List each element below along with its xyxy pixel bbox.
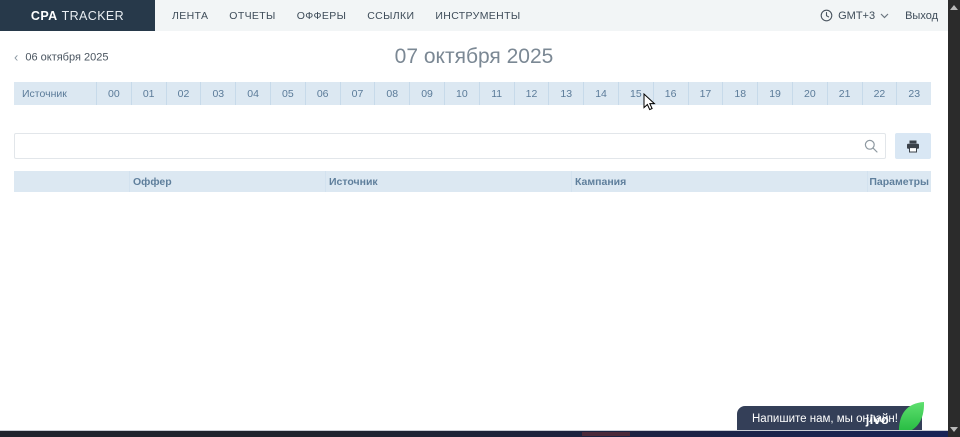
nav-item-otchety[interactable]: ОТЧЕТЫ: [229, 10, 275, 22]
nav-item-instrumenty[interactable]: ИНСТРУМЕНТЫ: [435, 10, 520, 22]
chevron-left-icon: ‹: [14, 51, 18, 64]
hours-col-04: 04: [235, 82, 270, 105]
timezone-selector[interactable]: GMT+3: [820, 9, 889, 22]
hours-col-17: 17: [688, 82, 723, 105]
hours-col-01: 01: [131, 82, 166, 105]
hours-header-row: Источник 0001020304050607080910111213141…: [14, 82, 931, 105]
search-box: [14, 133, 886, 159]
brand-logo-bold: CPA: [31, 9, 58, 23]
hours-col-08: 08: [374, 82, 409, 105]
hours-col-18: 18: [722, 82, 757, 105]
date-bar: ‹ 06 октября 2025 07 октября 2025: [0, 42, 948, 72]
hours-col-06: 06: [305, 82, 340, 105]
main-nav: ЛЕНТА ОТЧЕТЫ ОФФЕРЫ ССЫЛКИ ИНСТРУМЕНТЫ: [155, 0, 820, 31]
table-col-rowhead: [14, 171, 129, 192]
hours-col-11: 11: [479, 82, 514, 105]
jivo-logo: jivo: [866, 412, 889, 427]
topbar-right: GMT+3 Выход: [820, 0, 948, 31]
vertical-scrollbar[interactable]: [948, 0, 960, 437]
hours-col-14: 14: [583, 82, 618, 105]
hours-col-12: 12: [514, 82, 549, 105]
scroll-down-icon[interactable]: [950, 427, 958, 432]
search-row: [14, 133, 931, 159]
hours-col-20: 20: [792, 82, 827, 105]
nav-item-offery[interactable]: ОФФЕРЫ: [297, 10, 347, 22]
table-empty-area: [0, 192, 948, 402]
hours-col-00: 00: [96, 82, 131, 105]
topbar: CPA TRACKER ЛЕНТА ОТЧЕТЫ ОФФЕРЫ ССЫЛКИ ИНСТР…: [0, 0, 948, 31]
table-col-campaign: Кампания: [571, 171, 867, 192]
table-col-source: Источник: [325, 171, 571, 192]
hours-col-13: 13: [548, 82, 583, 105]
timezone-label: GMT+3: [838, 10, 875, 22]
hours-col-07: 07: [340, 82, 375, 105]
hours-source-header: Источник: [14, 82, 96, 105]
printer-icon: [906, 140, 920, 153]
clock-icon: [820, 9, 833, 22]
hours-col-19: 19: [757, 82, 792, 105]
nav-item-lenta[interactable]: ЛЕНТА: [172, 10, 208, 22]
hours-col-10: 10: [444, 82, 479, 105]
table-col-offer: Оффер: [129, 171, 325, 192]
table-col-params: Параметры: [867, 171, 931, 192]
taskbar-blip: [582, 432, 630, 436]
search-input[interactable]: [14, 133, 886, 159]
hours-col-23: 23: [896, 82, 931, 105]
hours-col-03: 03: [200, 82, 235, 105]
hours-col-16: 16: [653, 82, 688, 105]
hours-col-22: 22: [862, 82, 897, 105]
page-title: 07 октября 2025: [0, 42, 948, 72]
chevron-down-icon: [880, 13, 889, 19]
nav-item-ssylki[interactable]: ССЫЛКИ: [367, 10, 414, 22]
print-button[interactable]: [895, 133, 931, 159]
hours-col-21: 21: [827, 82, 862, 105]
bottom-strip: [0, 430, 960, 437]
brand-logo[interactable]: CPA TRACKER: [0, 0, 155, 31]
hours-col-09: 09: [409, 82, 444, 105]
table-header: ОфферИсточникКампанияПараметры: [14, 171, 931, 192]
scroll-up-icon[interactable]: [950, 5, 958, 10]
hours-col-02: 02: [166, 82, 201, 105]
hours-col-15: 15: [618, 82, 653, 105]
prev-day-link[interactable]: ‹ 06 октября 2025: [14, 51, 108, 64]
chat-widget[interactable]: Напишите нам, мы онлайн! jivo: [737, 406, 922, 432]
logout-button[interactable]: Выход: [905, 10, 938, 22]
app-window: CPA TRACKER ЛЕНТА ОТЧЕТЫ ОФФЕРЫ ССЫЛКИ ИНСТР…: [0, 0, 948, 437]
hours-col-05: 05: [270, 82, 305, 105]
prev-day-label: 06 октября 2025: [25, 51, 108, 63]
brand-logo-rest: TRACKER: [62, 9, 125, 23]
